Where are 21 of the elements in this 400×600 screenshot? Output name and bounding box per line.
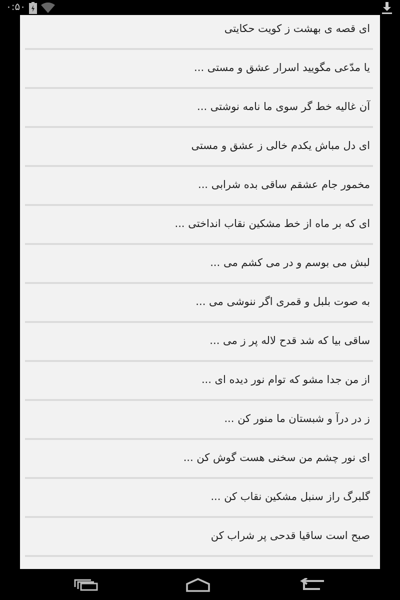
battery-icon — [29, 2, 38, 14]
poem-title[interactable]: مخمور جام عشقم ساقی بده شرابی ... — [198, 179, 370, 191]
wifi-icon — [41, 2, 56, 13]
poem-title[interactable]: گلبرگ راز سنبل مشکین نقاب کن ... — [210, 491, 370, 503]
poem-title[interactable]: ای قصه ی بهشت ز کویت حکایتی — [224, 23, 370, 35]
poem-title[interactable]: ای که بر ماه از خط مشکین نقاب انداختی ... — [174, 218, 370, 230]
poem-title[interactable]: ای نور چشم من سخنی هست گوش کن ... — [183, 452, 370, 464]
poem-title[interactable]: به صوت بلبل و قمری اگر ننوشی می ... — [196, 296, 370, 308]
poem-title[interactable]: آن غالیه خط گر سوی ما نامه نوشتی ... — [197, 101, 370, 113]
poem-title[interactable]: ز در درآ و شبستان ما منور کن ... — [224, 413, 370, 425]
back-icon[interactable] — [298, 578, 326, 592]
clock-time: ۰:۵۰ — [6, 2, 26, 14]
poem-title[interactable]: ای دل مباش یکدم خالی ز عشق و مستی — [191, 140, 370, 152]
download-icon — [382, 2, 392, 14]
poem-title[interactable]: لبش می بوسم و در می کشم می ... — [210, 257, 370, 269]
poem-title[interactable]: یا مدّعی مگویید اسرار عشق و مستی ... — [194, 62, 370, 74]
poem-title[interactable]: از من جدا مشو که توام نور دیده ای ... — [201, 374, 370, 386]
recent-apps-icon[interactable] — [74, 578, 98, 590]
poem-title[interactable]: صبح است ساقیا قدحی پر شراب کن — [210, 530, 370, 542]
home-icon[interactable] — [184, 578, 211, 592]
poem-title[interactable]: ساقی بیا که شد قدح لاله پر ز می ... — [210, 335, 370, 347]
